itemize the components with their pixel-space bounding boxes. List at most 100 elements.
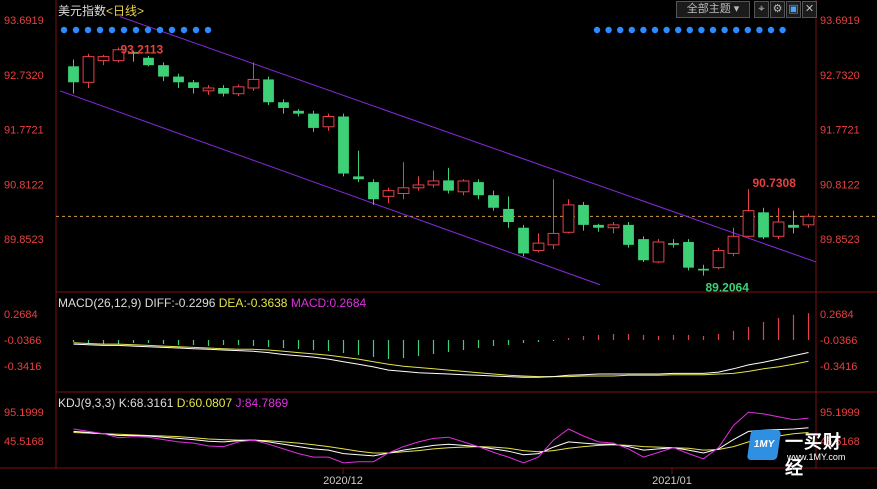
event-dot <box>686 26 693 34</box>
event-dot <box>84 26 92 34</box>
recent-high-annotation: 90.7308 <box>753 176 797 190</box>
kdj-k-value: K:68.3161 <box>118 396 174 410</box>
macd-label: MACD(26,12,9) <box>58 296 142 310</box>
period-label: <日线> <box>106 4 145 18</box>
event-dot <box>204 26 212 34</box>
price-tick-label-left: 93.6919 <box>4 15 44 27</box>
candle-body-down <box>293 110 304 114</box>
event-dot <box>168 26 176 34</box>
candle-body-down <box>638 239 649 261</box>
kdj-tick-label-left: 95.1999 <box>4 407 44 419</box>
price-tick-label-left: 90.8122 <box>4 179 44 191</box>
x-tick-label: 2020/12 <box>323 475 363 487</box>
event-dot <box>593 26 601 34</box>
candle-body-down <box>443 180 454 191</box>
candle-body-up <box>322 116 335 128</box>
close-icon[interactable]: ✕ <box>802 1 817 18</box>
candle-body-down <box>218 87 229 94</box>
macd-tick-label-right: -0.0366 <box>820 335 857 347</box>
kdj-k-line <box>73 427 809 457</box>
high-annotation: 93.2113 <box>121 42 164 56</box>
candle-body-up <box>532 242 545 252</box>
candle-body-down <box>158 65 169 77</box>
candlestick-series <box>68 47 815 276</box>
candle-body-down <box>473 182 484 196</box>
candle-body-down <box>668 243 679 245</box>
candle-body-up <box>412 184 425 189</box>
chart-canvas: 93.6919 93.6919 92.7320 92.7320 91.7721 91.77… <box>0 0 877 487</box>
candle-body-down <box>278 102 289 108</box>
kdj-series <box>73 411 809 464</box>
candle-body-down <box>338 116 349 174</box>
candle-body-down <box>368 182 379 200</box>
x-tick-label: 2021/01 <box>652 475 692 487</box>
candle-body-down <box>578 204 589 225</box>
event-dot <box>744 26 751 34</box>
kdj-legend: KDJ(9,3,3) K:68.3161 D:60.0807 J:84.7869 <box>58 396 288 410</box>
candle-body-down <box>263 79 274 103</box>
event-dot <box>675 26 682 34</box>
macd-dea-value: DEA:-0.3638 <box>218 296 288 310</box>
brand-logo-icon: 1MY <box>746 430 782 460</box>
event-dot <box>651 26 659 34</box>
macd-tick-label-right: -0.3416 <box>820 361 857 373</box>
candle-body-down <box>758 212 769 238</box>
crosshair-icon[interactable]: ⌖ <box>754 1 769 18</box>
event-dot <box>628 26 635 34</box>
price-tick-label-right: 91.7721 <box>820 125 860 137</box>
trend-channel <box>59 16 817 286</box>
channel-upper-line <box>119 16 817 263</box>
event-dot <box>180 26 188 34</box>
theme-selector-label: 全部主题 <box>686 3 731 15</box>
macd-tick-label-right: 0.2684 <box>820 309 854 321</box>
candle-body-down <box>593 224 604 228</box>
candle-body-down <box>488 195 499 208</box>
candle-body-up <box>397 187 410 195</box>
low-annotation: 89.2064 <box>706 281 750 295</box>
event-dot <box>756 26 763 34</box>
price-tick-label-right: 93.6919 <box>820 15 860 27</box>
candle-body-up <box>427 180 440 186</box>
expand-icon[interactable]: ▣ <box>786 1 801 18</box>
candle-body-up <box>382 190 395 197</box>
candle-body-up <box>712 250 725 269</box>
event-dot <box>605 26 612 34</box>
candle-body-up <box>82 56 95 83</box>
event-dot <box>767 26 775 34</box>
event-dot <box>779 26 786 34</box>
candle-body-down <box>173 76 184 83</box>
candle-body-up <box>742 210 755 237</box>
kdj-d-value: D:60.0807 <box>176 396 233 410</box>
event-dot <box>721 26 728 34</box>
theme-selector[interactable]: 全部主题 ▾ <box>676 1 750 18</box>
candle-body-down <box>308 113 319 128</box>
macd-tick-label-left: 0.2684 <box>4 309 38 321</box>
kdj-j-value: J:84.7869 <box>235 396 289 410</box>
event-dot <box>698 26 705 34</box>
price-tick-label-right: 92.7320 <box>820 70 860 82</box>
candle-body-down <box>518 227 529 254</box>
instrument-name: 美元指数 <box>58 4 107 18</box>
event-dot <box>132 26 140 34</box>
candle-body-down <box>503 208 514 223</box>
macd-series <box>72 313 810 378</box>
macd-diff-line <box>73 343 809 378</box>
candle-body-up <box>802 215 815 226</box>
gear-icon[interactable]: ⚙ <box>770 1 785 18</box>
candle-body-up <box>457 180 470 193</box>
event-dot <box>640 26 647 34</box>
candle-body-up <box>727 235 740 254</box>
macd-tick-label-left: -0.0366 <box>4 335 41 347</box>
candle-body-down <box>68 66 79 83</box>
kdj-tick-label-left: 45.5168 <box>4 436 44 448</box>
price-tick-label-left: 92.7320 <box>4 70 44 82</box>
event-dot <box>192 26 200 34</box>
candle-body-down <box>683 241 694 268</box>
kdj-tick-label-right: 95.1999 <box>820 407 860 419</box>
price-tick-label-left: 91.7721 <box>4 125 44 137</box>
candle-body-up <box>652 241 665 263</box>
candle-body-up <box>202 87 215 92</box>
event-dot <box>96 26 104 34</box>
candle-body-up <box>772 221 785 237</box>
candle-body-up <box>232 86 245 95</box>
